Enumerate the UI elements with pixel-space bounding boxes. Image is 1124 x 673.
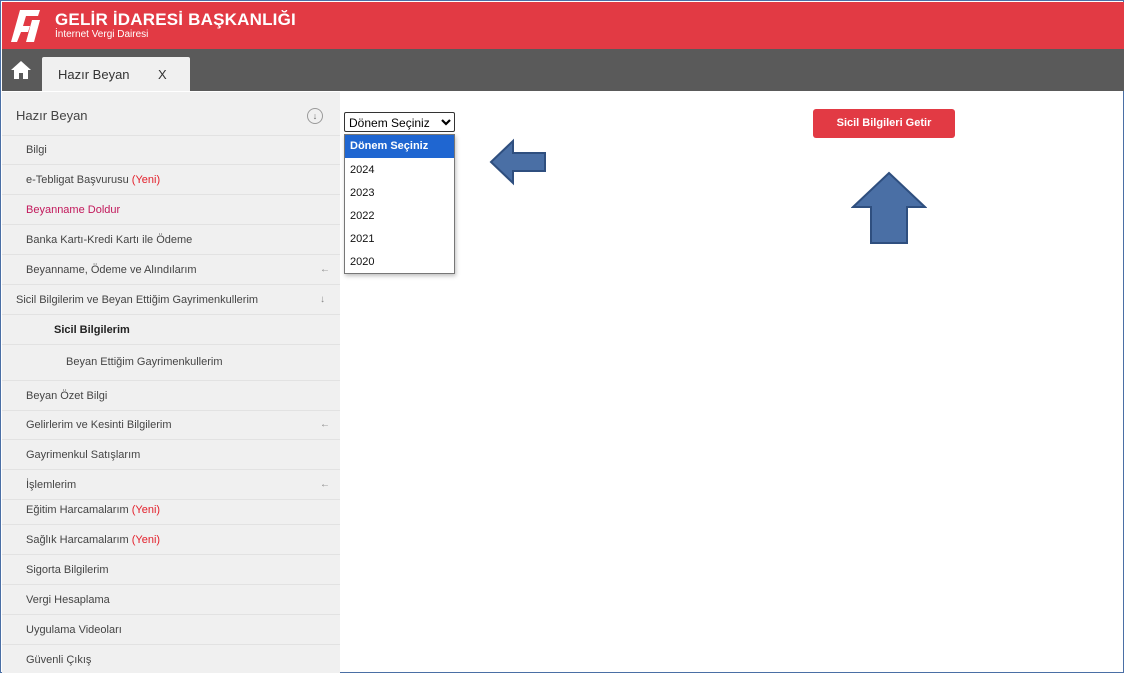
sidebar-header-label: Hazır Beyan — [16, 108, 88, 123]
sidebar-item-label: Eğitim Harcamalarım — [26, 504, 129, 516]
sidebar-item-label: Beyanname, Ödeme ve Alındılarım — [26, 264, 197, 276]
left-arrow-icon — [489, 138, 546, 186]
sidebar-subitem-sicil-bilgilerim[interactable]: Sicil Bilgilerim — [2, 316, 340, 345]
sidebar-item-label: Banka Kartı-Kredi Kartı ile Ödeme — [26, 234, 193, 246]
sidebar-item-label: Beyan Özet Bilgi — [26, 390, 108, 402]
sidebar-item-beyanname-odeme[interactable]: Beyanname, Ödeme ve Alındılarım ← — [2, 256, 340, 285]
chevron-down-icon — [441, 119, 451, 126]
period-option[interactable]: 2022 — [345, 205, 454, 228]
app-header: GELİR İDARESİ BAŞKANLIĞI İnternet Vergi … — [2, 2, 1124, 49]
period-option-label: 2020 — [350, 256, 375, 268]
sidebar: Hazır Beyan ↓ Bilgi e-Tebligat Başvurusu… — [2, 92, 340, 673]
sidebar-item-label: Gelirlerim ve Kesinti Bilgilerim — [26, 419, 172, 431]
tab-bar: Hazır Beyan X — [2, 49, 1124, 91]
sidebar-item-egitim[interactable]: Eğitim Harcamalarım (Yeni) — [2, 496, 340, 525]
period-option[interactable]: 2024 — [345, 159, 454, 182]
period-option-label: Dönem Seçiniz — [350, 140, 429, 152]
sidebar-subitem-beyan-gayrimenkul[interactable]: Beyan Ettiğim Gayrimenkullerim — [2, 346, 340, 381]
sidebar-item-sicil-gayrimenkul[interactable]: Sicil Bilgilerim ve Beyan Ettiğim Gayrim… — [2, 286, 340, 315]
period-option[interactable]: 2023 — [345, 182, 454, 205]
window-frame: GELİR İDARESİ BAŞKANLIĞI İnternet Vergi … — [0, 0, 1124, 673]
sidebar-item-uygulama-videolari[interactable]: Uygulama Videoları — [2, 616, 340, 645]
up-arrow-icon — [851, 171, 927, 244]
gib-logo-icon — [11, 10, 40, 42]
sidebar-item-beyan-ozet[interactable]: Beyan Özet Bilgi — [2, 381, 340, 411]
sidebar-item-label: Bilgi — [26, 144, 47, 156]
period-option-label: 2023 — [350, 187, 375, 199]
tab-hazir-beyan[interactable]: Hazır Beyan X — [42, 57, 190, 91]
new-badge: (Yeni) — [131, 504, 161, 516]
sidebar-item-label: Sicil Bilgilerim ve Beyan Ettiğim Gayrim… — [16, 294, 259, 306]
sidebar-item-banka-karti[interactable]: Banka Kartı-Kredi Kartı ile Ödeme — [2, 226, 340, 255]
home-icon[interactable] — [10, 60, 32, 80]
period-option-label: 2021 — [350, 233, 375, 245]
sidebar-item-label: Sicil Bilgilerim — [54, 324, 130, 336]
expand-arrow-icon: ← — [320, 479, 330, 490]
period-select-value: Dönem Seçiniz — [349, 116, 430, 130]
sidebar-item-gayrimenkul-satislarim[interactable]: Gayrimenkul Satışlarım — [2, 441, 340, 470]
sidebar-item-beyanname-doldur[interactable]: Beyanname Doldur — [2, 196, 340, 225]
tab-close-button[interactable]: X — [158, 67, 167, 82]
sidebar-item-label: Sağlık Harcamalarım — [26, 534, 129, 546]
period-option[interactable]: 2020 — [345, 251, 454, 274]
period-option-label: 2022 — [350, 210, 375, 222]
sidebar-item-vergi-hesaplama[interactable]: Vergi Hesaplama — [2, 586, 340, 615]
app-subtitle: İnternet Vergi Dairesi — [55, 29, 149, 40]
period-select[interactable]: Dönem Seçiniz — [344, 112, 455, 132]
sidebar-item-label: Güvenli Çıkış — [26, 654, 92, 666]
sidebar-item-label: Sigorta Bilgilerim — [26, 564, 109, 576]
sidebar-item-label: Gayrimenkul Satışlarım — [26, 449, 141, 461]
sidebar-item-label: Vergi Hesaplama — [26, 594, 110, 606]
period-option-label: 2024 — [350, 164, 375, 176]
sidebar-item-guvenli-cikis[interactable]: Güvenli Çıkış — [2, 646, 340, 673]
sidebar-item-saglik[interactable]: Sağlık Harcamalarım (Yeni) — [2, 526, 340, 555]
sidebar-item-label: Beyan Ettiğim Gayrimenkullerim — [66, 356, 223, 368]
sidebar-item-e-tebligat[interactable]: e-Tebligat Başvurusu (Yeni) — [2, 166, 340, 195]
sicil-bilgileri-getir-button[interactable]: Sicil Bilgileri Getir — [813, 109, 955, 138]
sidebar-item-label: Beyanname Doldur — [26, 204, 121, 216]
period-dropdown-list: Dönem Seçiniz 2024 2023 2022 2021 2020 — [344, 134, 455, 274]
sidebar-header: Hazır Beyan ↓ — [2, 92, 340, 136]
period-option[interactable]: Dönem Seçiniz — [345, 135, 454, 158]
period-option[interactable]: 2021 — [345, 228, 454, 251]
collapse-arrow-icon: ↓ — [320, 294, 325, 305]
sidebar-item-label: Uygulama Videoları — [26, 624, 122, 636]
tab-label: Hazır Beyan — [58, 67, 130, 82]
new-badge: (Yeni) — [131, 534, 161, 546]
app-title: GELİR İDARESİ BAŞKANLIĞI — [55, 10, 296, 29]
sidebar-item-label-wrap: Sağlık Harcamalarım (Yeni) — [26, 534, 160, 546]
sidebar-item-label: e-Tebligat Başvurusu — [26, 174, 129, 186]
expand-arrow-icon: ← — [320, 419, 330, 430]
new-badge: (Yeni) — [131, 174, 161, 186]
sidebar-item-gelirlerim[interactable]: Gelirlerim ve Kesinti Bilgilerim ← — [2, 411, 340, 440]
sidebar-item-label: İşlemlerim — [26, 479, 77, 491]
sidebar-collapse-icon[interactable]: ↓ — [307, 108, 323, 124]
sidebar-item-label-wrap: Eğitim Harcamalarım (Yeni) — [26, 504, 160, 516]
sidebar-item-sigorta[interactable]: Sigorta Bilgilerim — [2, 556, 340, 585]
sidebar-item-label-wrap: e-Tebligat Başvurusu (Yeni) — [26, 174, 160, 186]
expand-arrow-icon: ← — [320, 264, 330, 275]
sidebar-item-bilgi[interactable]: Bilgi — [2, 136, 340, 165]
